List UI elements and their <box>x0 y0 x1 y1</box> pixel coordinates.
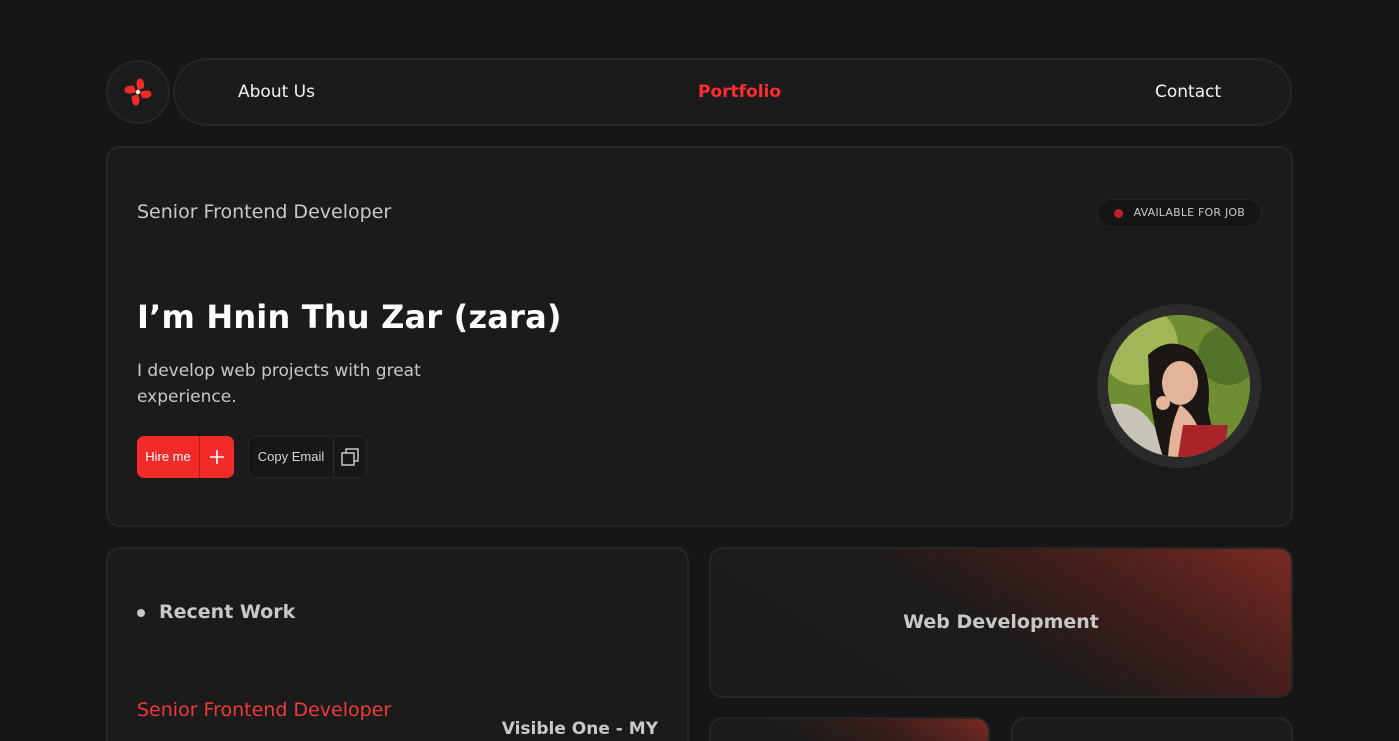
nav-about-us[interactable]: About Us <box>238 82 315 102</box>
service-label: Web Development <box>903 611 1099 633</box>
service-card[interactable] <box>709 717 990 741</box>
hero-role: Senior Frontend Developer <box>137 201 392 223</box>
hire-me-button[interactable]: Hire me <box>137 436 234 478</box>
hire-me-label: Hire me <box>145 449 191 464</box>
bullet-icon <box>137 609 145 617</box>
main-navigation: About Us Portfolio Contact <box>173 58 1292 126</box>
job-company: Visible One - MY <box>501 719 658 739</box>
avatar <box>1097 304 1261 468</box>
logo[interactable] <box>106 60 170 124</box>
hero-description: I develop web projects with great experi… <box>137 361 421 407</box>
plus-icon <box>199 436 234 478</box>
service-card[interactable] <box>1011 717 1293 741</box>
nav-contact[interactable]: Contact <box>1155 82 1221 102</box>
nav-portfolio[interactable]: Portfolio <box>698 82 781 102</box>
portfolio-page: About Us Portfolio Contact Senior Fronte… <box>0 0 1399 741</box>
flower-logo-icon <box>124 78 152 106</box>
availability-badge: AVAILABLE FOR JOB <box>1096 199 1262 227</box>
hero-card: Senior Frontend Developer AVAILABLE FOR … <box>106 146 1293 527</box>
hero-name: I’m Hnin Thu Zar (zara) <box>137 298 562 336</box>
service-card-web-development[interactable]: Web Development <box>709 547 1293 698</box>
copy-email-button[interactable]: Copy Email <box>248 436 367 478</box>
copy-email-label: Copy Email <box>257 449 325 464</box>
availability-label: AVAILABLE FOR JOB <box>1133 206 1245 219</box>
recent-work-title: Recent Work <box>159 601 296 623</box>
job-role: Senior Frontend Developer <box>137 699 392 721</box>
recent-work-card: Recent Work Senior Frontend Developer Vi… <box>106 547 689 741</box>
copy-icon <box>333 437 366 477</box>
profile-photo <box>1108 315 1250 457</box>
status-dot-icon <box>1113 209 1123 218</box>
